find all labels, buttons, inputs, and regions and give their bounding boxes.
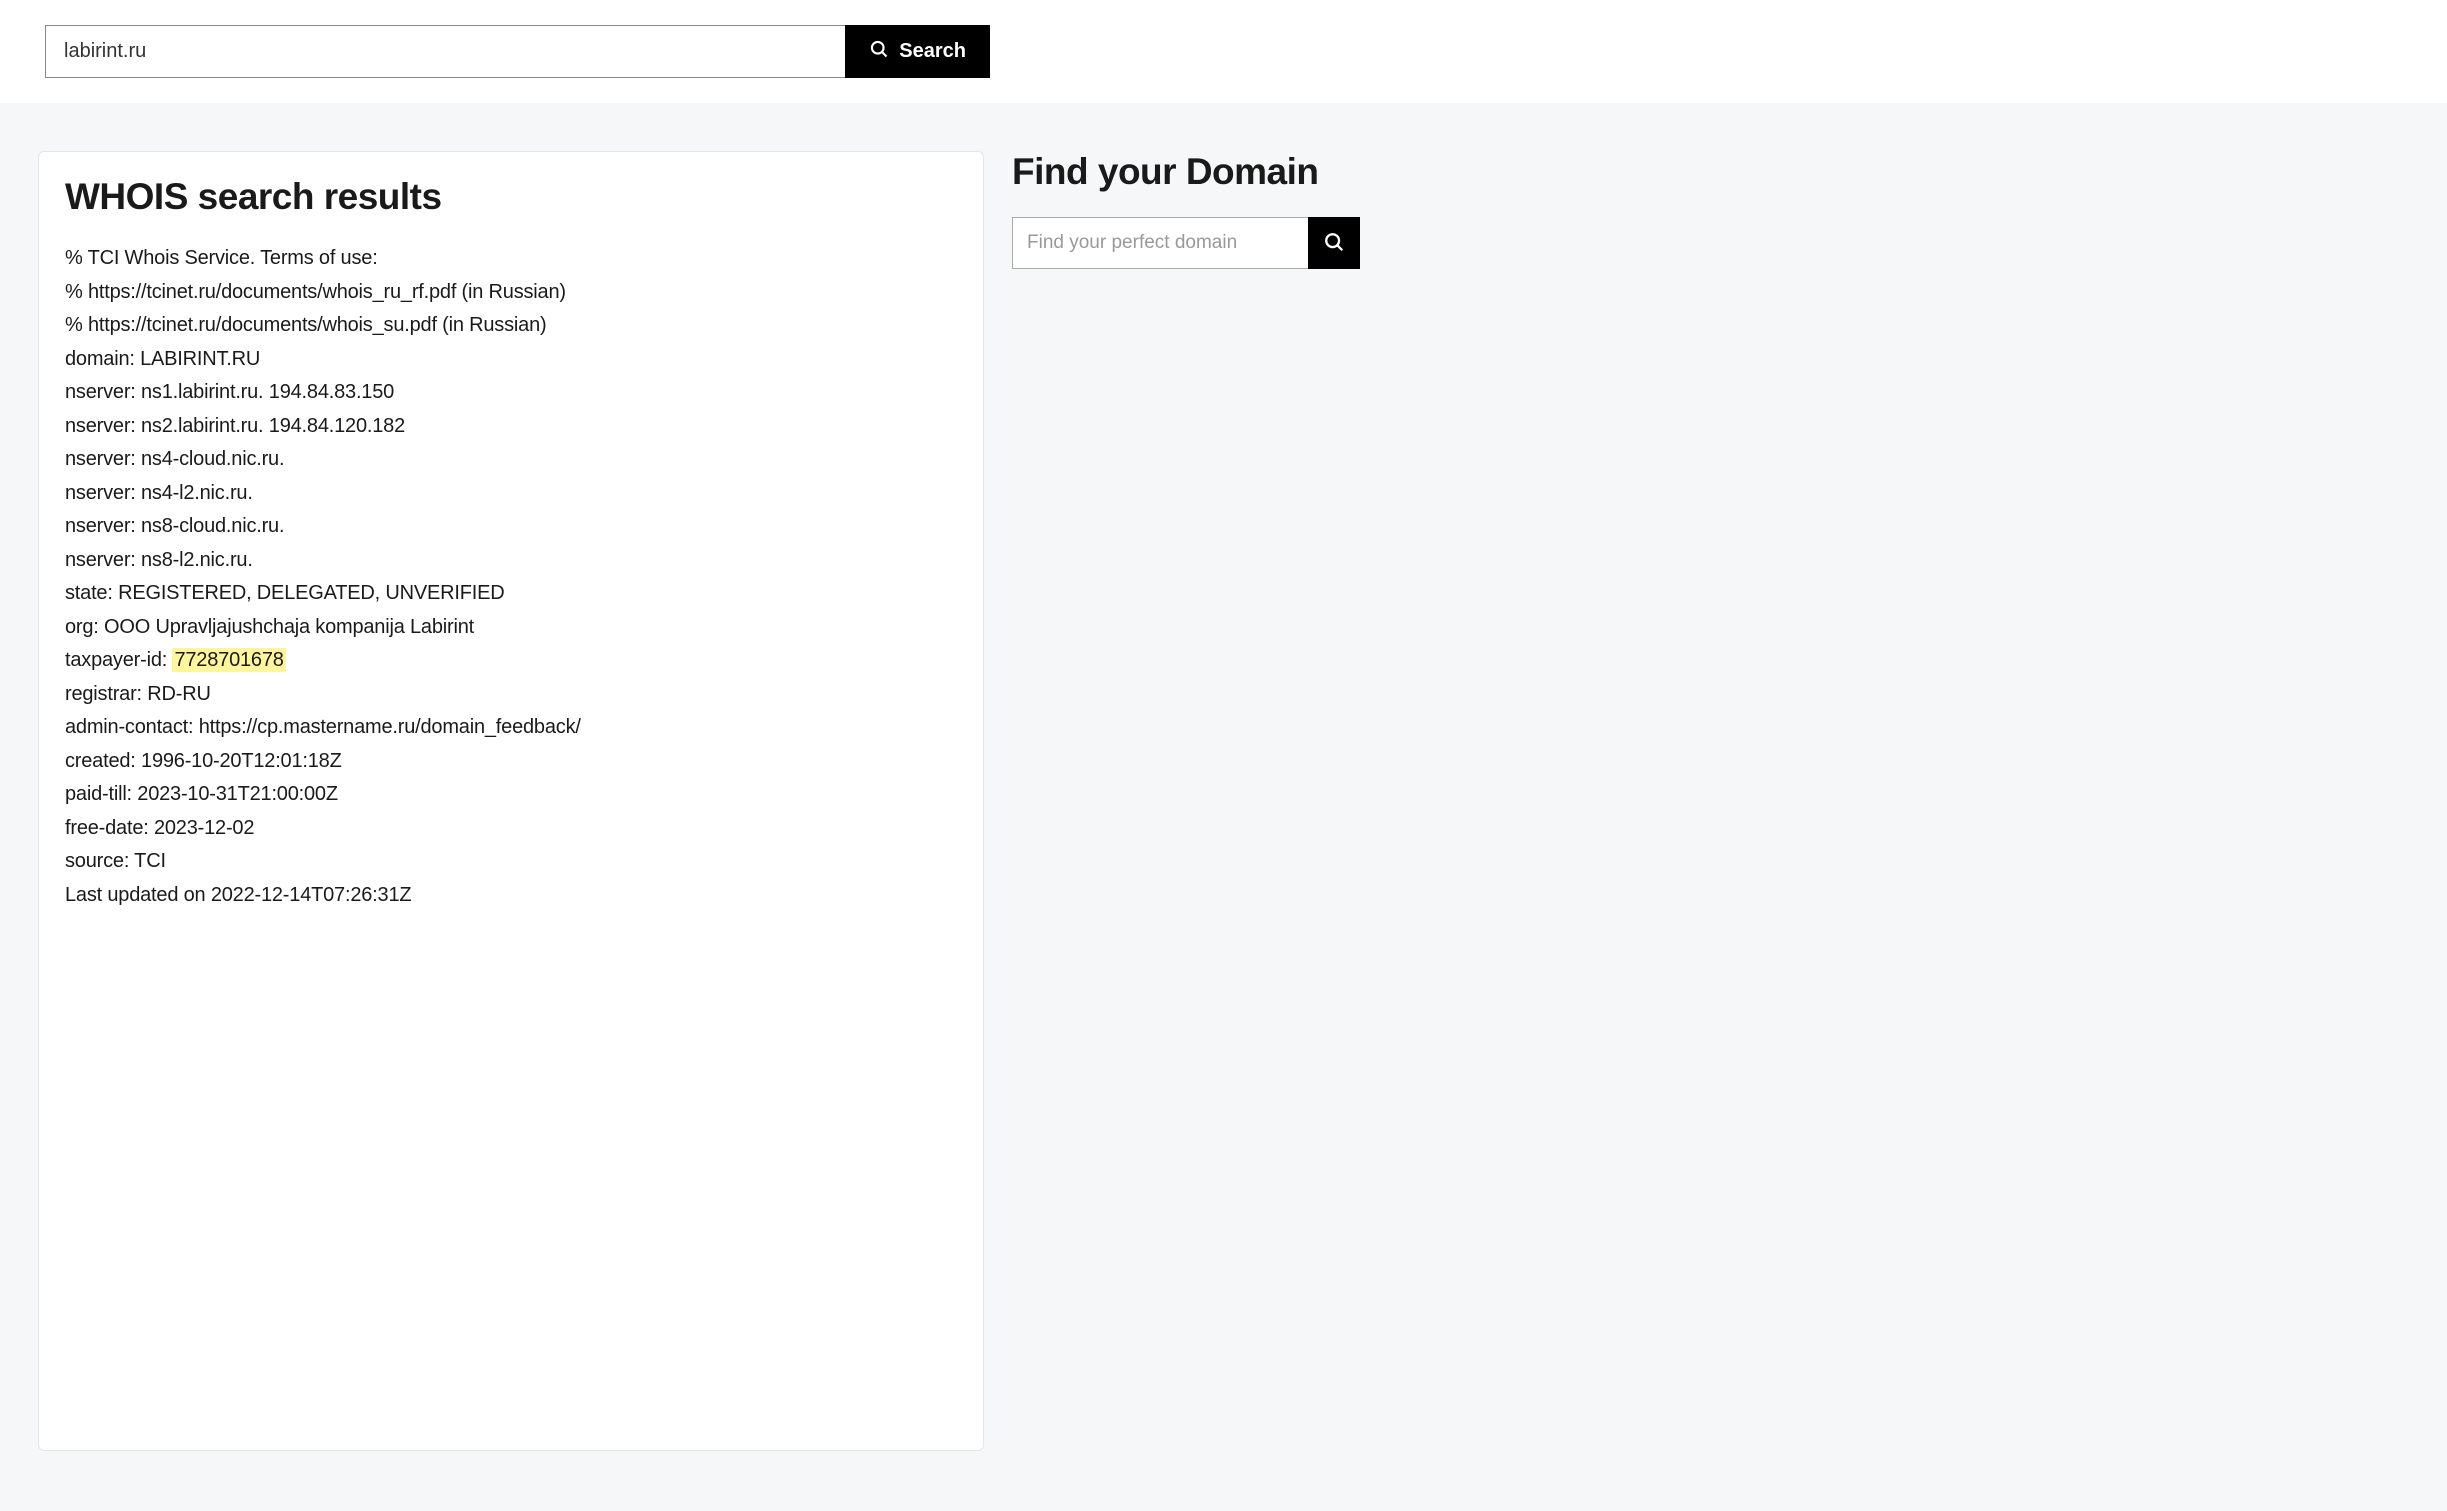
whois-line: org: OOO Upravljajushchaja kompanija Lab… [65,613,957,641]
search-icon [1323,231,1345,256]
whois-search-input[interactable] [45,25,845,78]
whois-output-continued: registrar: RD-RU admin-contact: https://c… [65,680,957,909]
results-title: WHOIS search results [65,176,957,218]
search-container: Search [45,25,990,78]
whois-line: nserver: ns4-cloud.nic.ru. [65,445,957,473]
whois-output: % TCI Whois Service. Terms of use: % http… [65,244,957,641]
whois-line: % https://tcinet.ru/documents/whois_ru_r… [65,278,957,306]
top-search-bar: Search [0,0,2447,103]
search-button[interactable]: Search [845,25,990,78]
whois-line: nserver: ns8-l2.nic.ru. [65,546,957,574]
domain-search-container [1012,217,1360,269]
domain-search-input[interactable] [1012,217,1308,269]
whois-line: state: REGISTERED, DELEGATED, UNVERIFIED [65,579,957,607]
domain-search-button[interactable] [1308,217,1360,269]
whois-line: registrar: RD-RU [65,680,957,708]
whois-line: paid-till: 2023-10-31T21:00:00Z [65,780,957,808]
taxpayer-id-highlighted: 7728701678 [172,648,285,672]
find-domain-sidebar: Find your Domain [1012,151,1360,1451]
whois-line-taxpayer: taxpayer-id: 7728701678 [65,646,957,674]
whois-line: nserver: ns2.labirint.ru. 194.84.120.182 [65,412,957,440]
whois-results-card: WHOIS search results % TCI Whois Service… [38,151,984,1451]
whois-line: domain: LABIRINT.RU [65,345,957,373]
taxpayer-prefix: taxpayer-id: [65,649,172,671]
content-area: WHOIS search results % TCI Whois Service… [0,103,2447,1511]
whois-line: source: TCI [65,847,957,875]
whois-line: admin-contact: https://cp.mastername.ru/… [65,713,957,741]
search-icon [869,39,889,65]
sidebar-title: Find your Domain [1012,151,1360,193]
whois-line: nserver: ns4-l2.nic.ru. [65,479,957,507]
whois-line: free-date: 2023-12-02 [65,814,957,842]
whois-line: % TCI Whois Service. Terms of use: [65,244,957,272]
whois-line: nserver: ns1.labirint.ru. 194.84.83.150 [65,378,957,406]
whois-line: Last updated on 2022-12-14T07:26:31Z [65,881,957,909]
whois-line: nserver: ns8-cloud.nic.ru. [65,512,957,540]
whois-line: created: 1996-10-20T12:01:18Z [65,747,957,775]
whois-line: % https://tcinet.ru/documents/whois_su.p… [65,311,957,339]
search-button-label: Search [899,40,966,63]
